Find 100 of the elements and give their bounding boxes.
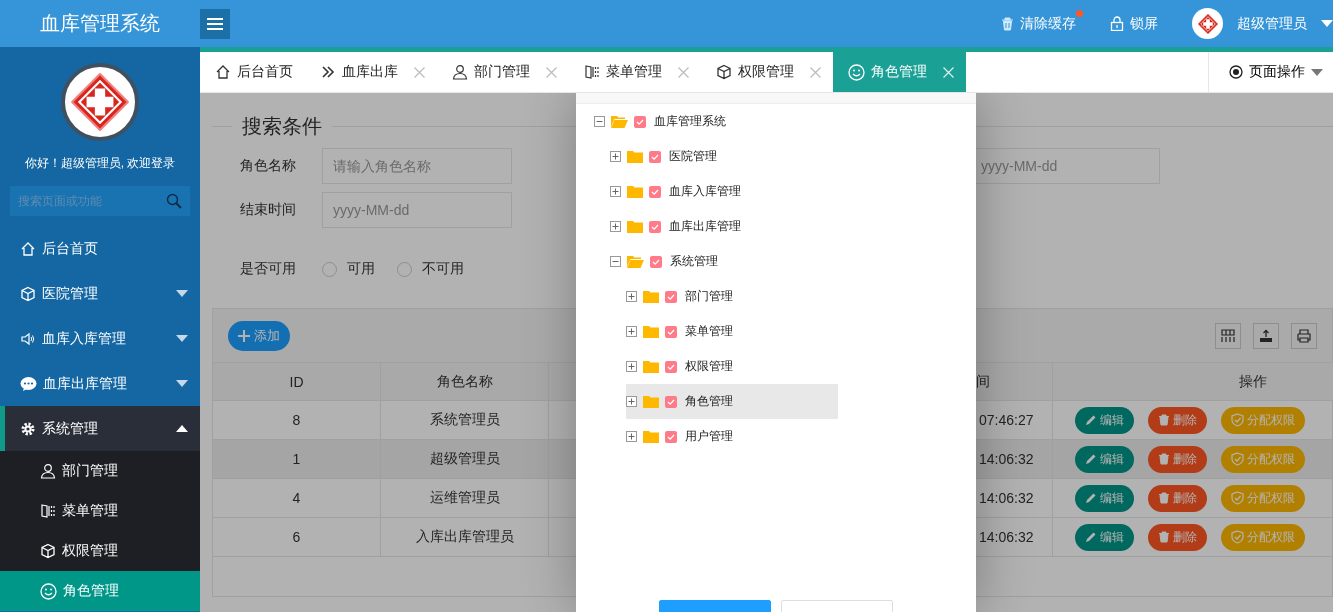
pencil-icon (1085, 531, 1097, 543)
home-icon (215, 64, 231, 80)
checked-checkbox[interactable] (665, 360, 677, 373)
close-icon[interactable] (414, 66, 425, 78)
expand-icon[interactable] (626, 326, 637, 337)
sidebar-search-field[interactable]: 搜索页面或功能 (10, 186, 190, 216)
tree-node[interactable]: 血库出库管理 (610, 209, 822, 244)
checked-checkbox[interactable] (649, 220, 661, 233)
tab[interactable]: 部门管理 (437, 52, 569, 92)
collapse-icon[interactable] (594, 116, 605, 127)
tree-node[interactable]: 系统管理 (610, 244, 822, 279)
expand-icon[interactable] (626, 396, 637, 407)
nav-item[interactable]: 血库出库管理 (0, 361, 200, 406)
field-label: 是否可用 (240, 260, 297, 278)
trash-icon (1158, 414, 1170, 426)
folder-icon (643, 360, 659, 373)
radio-option[interactable]: 不可用 (397, 260, 464, 278)
lock-icon (1110, 16, 1124, 31)
caret-down-icon (176, 290, 188, 297)
checked-checkbox[interactable] (650, 255, 662, 268)
expand-icon[interactable] (610, 221, 621, 232)
close-icon[interactable] (546, 66, 557, 78)
app-title: 血库管理系统 (39, 11, 161, 36)
caret-down-icon (1321, 20, 1333, 27)
tree-node[interactable]: 用户管理 (626, 419, 838, 454)
pencil-icon (1085, 453, 1097, 465)
tab[interactable]: 权限管理 (701, 52, 833, 92)
checked-checkbox[interactable] (634, 115, 646, 128)
input-field[interactable]: yyyy-MM-dd (322, 192, 512, 228)
field-label: 结束时间 (240, 201, 297, 219)
tree-node[interactable]: 医院管理 (610, 139, 822, 174)
nav-item[interactable]: 后台首页 (0, 226, 200, 271)
print-icon (1296, 327, 1312, 344)
menu-button[interactable] (200, 8, 230, 39)
table-cell: 8 (213, 400, 381, 439)
table-cell: 4 (213, 478, 381, 517)
cube-icon (20, 285, 36, 302)
field-label: 角色名称 (240, 157, 297, 175)
expand-icon[interactable] (610, 151, 621, 162)
nav-item[interactable]: 部门管理 (0, 451, 200, 491)
nav-item[interactable]: 血库入库管理 (0, 316, 200, 361)
tab[interactable]: 后台首页 (200, 52, 305, 92)
radio-option[interactable]: 可用 (322, 260, 375, 278)
radio-dot-icon (1229, 65, 1243, 79)
nav-item[interactable]: 权限管理 (0, 531, 200, 571)
tree-node[interactable]: 血库入库管理 (610, 174, 822, 209)
shield-check-icon (1231, 530, 1244, 544)
tree-node[interactable]: 权限管理 (626, 349, 838, 384)
expand-icon[interactable] (610, 186, 621, 197)
shield-check-icon (1231, 413, 1244, 427)
trash-icon (1158, 531, 1170, 543)
shield-check-icon (1231, 491, 1244, 505)
export-icon (1258, 327, 1274, 344)
input-field[interactable]: 请输入角色名称 (322, 148, 512, 184)
checked-checkbox[interactable] (665, 325, 677, 338)
checked-checkbox[interactable] (665, 430, 677, 443)
cube-icon (716, 64, 732, 80)
double-chevron-icon (320, 64, 336, 80)
expand-icon[interactable] (626, 361, 637, 372)
checked-checkbox[interactable] (649, 185, 661, 198)
nav-item[interactable]: 角色管理 (0, 571, 200, 611)
folder-icon (643, 430, 659, 443)
shield-check-icon (1231, 452, 1244, 466)
tab[interactable]: 血库出库 (305, 52, 437, 92)
checked-checkbox[interactable] (649, 150, 661, 163)
close-icon[interactable] (810, 66, 821, 78)
open-folder-icon (627, 255, 644, 268)
folder-icon (643, 325, 659, 338)
tree-node[interactable]: 菜单管理 (626, 314, 838, 349)
tree-node[interactable]: 部门管理 (626, 279, 838, 314)
column-header: 角色名称 (381, 362, 549, 400)
checked-checkbox[interactable] (665, 290, 677, 303)
toolbar-button[interactable] (1291, 322, 1317, 349)
toolbar-button[interactable] (1253, 322, 1279, 349)
caret-down-icon (1311, 68, 1323, 76)
speaker-icon (20, 330, 36, 347)
nav-item[interactable]: 系统管理 (0, 406, 200, 451)
section-title: 搜索条件 (242, 114, 322, 139)
node-label: 系统管理 (670, 253, 718, 270)
plus-icon (238, 329, 250, 342)
home-icon (20, 240, 36, 257)
search-icon (166, 193, 182, 209)
nav-item[interactable]: 菜单管理 (0, 491, 200, 531)
close-icon[interactable] (678, 66, 689, 78)
table-cell: 超级管理员 (381, 439, 549, 478)
tree-node[interactable]: 血库管理系统 (594, 104, 806, 139)
folder-icon (643, 290, 659, 303)
checked-checkbox[interactable] (665, 395, 677, 408)
tab[interactable]: 菜单管理 (569, 52, 701, 92)
node-label: 血库管理系统 (654, 113, 726, 130)
node-label: 医院管理 (669, 148, 717, 165)
tree-node[interactable]: 角色管理 (626, 384, 838, 419)
expand-icon[interactable] (626, 431, 637, 442)
nav-item[interactable]: 医院管理 (0, 271, 200, 316)
caret-up-icon (176, 425, 188, 432)
expand-icon[interactable] (626, 291, 637, 302)
cube-icon (40, 543, 56, 559)
caret-down-icon (176, 335, 188, 342)
toolbar-button[interactable] (1215, 322, 1241, 349)
collapse-icon[interactable] (610, 256, 621, 267)
